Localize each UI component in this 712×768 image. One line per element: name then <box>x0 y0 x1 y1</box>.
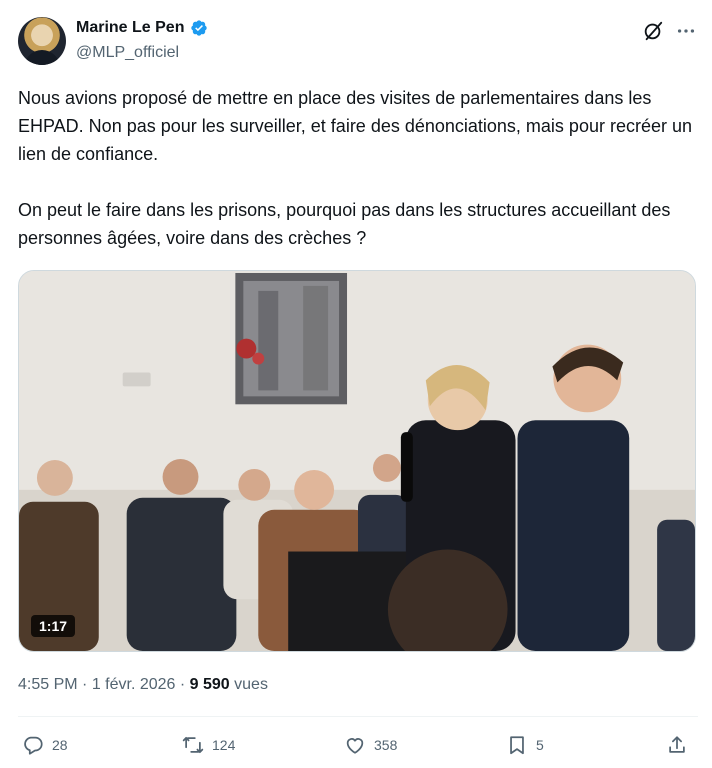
bookmark-button[interactable]: 5 <box>506 734 544 756</box>
author-handle[interactable]: @MLP_officiel <box>76 44 179 62</box>
grok-icon[interactable] <box>642 20 664 42</box>
bookmark-count: 5 <box>536 737 544 753</box>
repost-icon <box>182 736 204 754</box>
author-display-name[interactable]: Marine Le Pen <box>76 19 184 37</box>
repost-count: 124 <box>212 737 236 753</box>
avatar-figure <box>24 50 60 65</box>
divider <box>18 716 698 717</box>
reply-icon <box>24 736 43 755</box>
meta-separator: · <box>77 676 92 693</box>
meta-separator: · <box>175 676 190 693</box>
reply-button[interactable]: 28 <box>22 734 68 756</box>
heart-icon <box>346 738 364 754</box>
tweet-date[interactable]: 1 févr. 2026 <box>92 676 176 694</box>
author-name-row: Marine Le Pen <box>76 19 208 37</box>
tweet-card: Marine Le Pen @MLP_officiel Nous avions … <box>0 0 712 768</box>
views-label: vues <box>229 676 268 693</box>
share-icon <box>669 736 685 753</box>
like-button[interactable]: 358 <box>344 734 397 756</box>
tweet-time[interactable]: 4:55 PM <box>18 676 78 694</box>
tweet-meta: 4:55 PM · 1 févr. 2026 · 9 590 vues <box>18 676 268 694</box>
tweet-paragraph: Nous avions proposé de mettre en place d… <box>18 88 692 164</box>
tweet-paragraph: On peut le faire dans les prisons, pourq… <box>18 200 671 248</box>
bookmark-icon <box>510 736 524 755</box>
tweet-text: Nous avions proposé de mettre en place d… <box>18 84 698 252</box>
repost-button[interactable]: 124 <box>182 734 235 756</box>
avatar[interactable] <box>18 17 66 65</box>
more-options-icon[interactable] <box>674 20 698 42</box>
video-thumbnail <box>19 271 695 651</box>
reply-count: 28 <box>52 737 68 753</box>
verified-badge-icon <box>191 20 208 36</box>
video-duration-badge: 1:17 <box>31 615 76 637</box>
share-button[interactable] <box>666 734 688 756</box>
video-player[interactable]: 1:17 <box>18 270 696 652</box>
like-count: 358 <box>374 737 398 753</box>
views-count: 9 590 <box>189 676 230 693</box>
